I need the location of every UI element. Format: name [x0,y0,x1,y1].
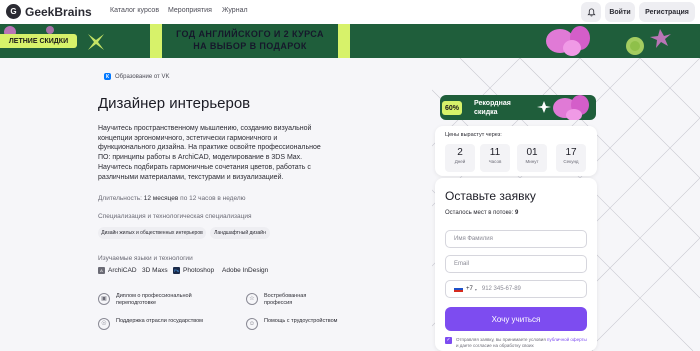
logo-text: GeekBrains [25,4,92,19]
spec-label: Специализация и технологическая специали… [98,213,252,220]
timer-days: 2 Дней [445,144,475,172]
feature-text: Помощь с трудоустройством [264,318,338,324]
promo-label: Рекордная скидка [474,99,511,117]
course-description: Научитесь пространственному мышлению, со… [98,125,321,181]
timer-seconds: 17 Секунд [556,144,586,172]
application-form: Оставьте заявку Осталось мест в потоке: … [435,178,597,351]
form-title: Оставьте заявку [445,189,536,203]
feature-text: Поддержка отрасли государством [116,318,203,324]
feature-text: Диплом о профессиональной переподготовке [116,293,192,306]
timer-value: 2 [457,147,463,158]
tool-label: 3D Maxs [142,267,168,274]
timer-unit: Секунд [563,159,579,164]
feature-employment: ☺ Помощь с трудоустройством [246,318,346,330]
seats-label: Осталось мест в потоке: [445,210,514,216]
photoshop-icon: Ps [173,267,180,274]
consent: ✓ Отправляя заявку, вы принимаете услови… [445,337,587,348]
feature-diploma: ▣ Диплом о профессиональной переподготов… [98,293,208,307]
summer-sale-tag[interactable]: ЛЕТНИЕ СКИДКИ [0,34,77,48]
tool-photoshop: Ps Photoshop [173,267,214,274]
banner-line-1: ГОД АНГЛИЙСКОГО И 2 КУРСА [176,29,324,39]
duration-rest: по 12 часов в неделю [180,195,246,202]
consent-text-end: и даете согласие на обработку своих [456,342,534,348]
promo-line-2: скидка [474,109,498,116]
promo-banner[interactable]: ГОД АНГЛИЙСКОГО И 2 КУРСА НА ВЫБОР В ПОД… [0,24,700,58]
nav-item-catalog[interactable]: Каталог курсов [110,7,159,14]
phone-placeholder: 912 345-67-89 [481,286,521,292]
phone-code[interactable]: +7 [466,286,473,292]
timer-unit: Дней [454,159,466,164]
tool-archicad: A ArchiCAD [98,267,137,274]
banner-line-2: НА ВЫБОР В ПОДАРОК [193,41,307,51]
name-field[interactable]: Имя Фамилия [445,230,587,248]
tool-label: Adobe InDesign [222,267,269,274]
tool-label: ArchiCAD [108,267,137,274]
archicad-icon: A [98,267,105,274]
duration-label: Длительность: [98,195,142,202]
timer-label: Цены вырастут через: [445,132,502,138]
chip-interiors[interactable]: Дизайн жилых и общественных интерьеров [98,227,206,239]
promo-line-1: Рекордная [474,100,511,107]
seats-value: 9 [514,210,519,216]
consent-text-start: Отправляя заявку, вы принимаете условия [456,337,546,342]
duration: Длительность: 12 месяцев по 12 часов в н… [98,195,246,202]
feature-demand: ☆ Востребованная профессия [246,293,326,307]
russia-flag-icon [454,286,463,292]
technologies-label: Изучаемые языки и технологии [98,255,193,262]
register-button[interactable]: Регистрация [639,2,695,22]
nav-item-events[interactable]: Мероприятия [168,7,212,14]
star-icon: ☆ [246,293,258,305]
shield-icon: ☉ [98,318,110,330]
banner-headline: ГОД АНГЛИЙСКОГО И 2 КУРСА НА ВЫБОР В ПОД… [165,28,335,52]
logo-icon: G [6,4,21,19]
partner-label: Образование от VK [115,73,170,80]
diploma-icon: ▣ [98,293,110,305]
logo[interactable]: G GeekBrains [6,4,92,19]
feature-text: Востребованная профессия [264,293,307,306]
partner-badge: К Образование от VK [104,73,169,80]
tool-3dsmax: 3D Maxs [142,267,168,274]
nav-item-journal[interactable]: Журнал [222,7,248,14]
feature-support: ☉ Поддержка отрасли государством [98,318,208,330]
seats-left: Осталось мест в потоке: 9 [445,210,518,216]
chevron-down-icon[interactable]: ▾ [475,287,477,292]
phone-field[interactable]: +7 ▾ 912 345-67-89 [445,280,587,298]
tool-label: Photoshop [183,267,215,274]
bell-icon [586,7,596,16]
timer-value: 17 [565,147,577,158]
top-nav: G GeekBrains Каталог курсов Мероприятия … [0,0,700,24]
countdown-timer: Цены вырастут через: 2 Дней 11 Часов 01 … [435,126,597,176]
offer-link[interactable]: публичной оферты [547,337,587,342]
handshake-icon: ☺ [246,318,258,330]
discount-percent: 60% [442,101,462,115]
consent-checkbox[interactable]: ✓ [445,337,452,344]
chip-landscape[interactable]: Ландшафтный дизайн [210,227,270,239]
email-field[interactable]: Email [445,255,587,273]
vk-icon: К [104,73,111,80]
timer-minutes: 01 Минут [517,144,547,172]
timer-value: 01 [526,147,538,158]
page-title: Дизайнер интерьеров [98,95,251,112]
login-button[interactable]: Войти [605,2,635,22]
duration-value: 12 месяцев [143,195,179,202]
discount-promo[interactable]: 60% Рекордная скидка [440,95,596,120]
timer-unit: Минут [525,159,539,164]
tool-indesign: Adobe InDesign [222,267,268,274]
notifications-button[interactable] [581,2,601,22]
submit-button[interactable]: Хочу учиться [445,307,587,331]
timer-value: 11 [489,147,501,158]
promo-decoration [537,95,589,120]
timer-hours: 11 Часов [480,144,510,172]
timer-unit: Часов [488,159,502,164]
banner-decoration [0,24,700,58]
consent-text: Отправляя заявку, вы принимаете условия … [456,337,587,348]
